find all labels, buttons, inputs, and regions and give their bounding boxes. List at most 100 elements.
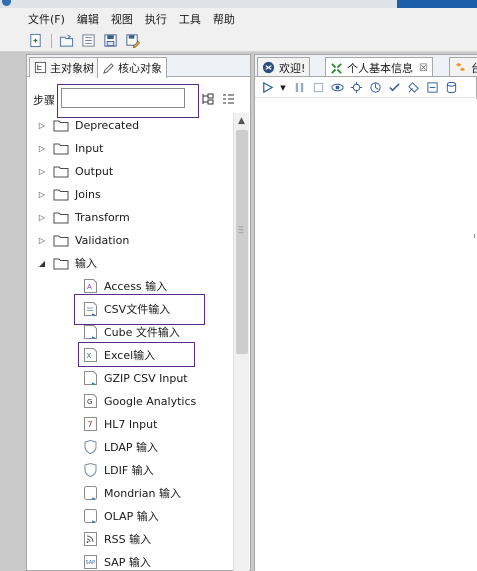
- verify-icon[interactable]: [387, 81, 401, 95]
- stop-icon[interactable]: [311, 81, 325, 95]
- menu-help[interactable]: 帮助: [213, 11, 235, 27]
- canvas-toolbar: ▼: [255, 78, 477, 98]
- titlebar-accent: [397, 0, 477, 8]
- tab-job[interactable]: 台: [449, 57, 477, 76]
- tab-transformation-label: 个人基本信息: [347, 62, 413, 75]
- collapsed-arrow-icon[interactable]: ▷: [37, 144, 47, 153]
- explore-icon[interactable]: [80, 33, 96, 49]
- tree-label: Validation: [75, 233, 130, 247]
- tree-folder-transform[interactable]: ▷ Transform: [37, 206, 130, 228]
- sql-icon[interactable]: [425, 81, 439, 95]
- folder-icon: [53, 211, 69, 224]
- tree-step-csv-input[interactable]: CSV文件输入: [83, 298, 170, 320]
- tree-folder-joins[interactable]: ▷ Joins: [37, 183, 101, 205]
- tab-core-objects-label: 核心对象: [118, 62, 162, 75]
- step-search-input[interactable]: [61, 88, 185, 108]
- tab-core-objects[interactable]: 核心对象: [97, 57, 167, 78]
- pencil-icon: [103, 62, 114, 74]
- tree-step-ldap-input[interactable]: LDAP 输入: [83, 436, 158, 458]
- tree-step-sap-input[interactable]: SAP SAP 输入: [83, 551, 151, 571]
- save-icon[interactable]: [102, 33, 118, 49]
- menu-file[interactable]: 文件(F): [28, 11, 65, 27]
- tree-label: RSS 输入: [104, 533, 152, 546]
- collapsed-arrow-icon[interactable]: ▷: [37, 213, 47, 222]
- tree-step-mondrian-input[interactable]: Mondrian 输入: [83, 482, 181, 504]
- collapsed-arrow-icon[interactable]: ▷: [37, 167, 47, 176]
- tree-step-access-input[interactable]: A Access 输入: [83, 275, 167, 297]
- tree-folder-deprecated[interactable]: ▷ Deprecated: [37, 114, 139, 136]
- explore-db-icon[interactable]: [444, 81, 458, 95]
- new-icon[interactable]: [27, 33, 43, 49]
- expanded-arrow-icon[interactable]: ◢: [37, 259, 47, 268]
- transformation-canvas[interactable]: [255, 99, 477, 571]
- tree-scrollbar[interactable]: ▲ ‒ ‒ ‒: [233, 113, 249, 571]
- tab-main-tree-label: 主对象树: [50, 61, 94, 75]
- google-analytics-icon: G: [83, 393, 98, 409]
- pause-icon[interactable]: [292, 81, 306, 95]
- svg-text:A: A: [87, 283, 92, 291]
- tree-step-ldif-input[interactable]: LDIF 输入: [83, 459, 154, 481]
- scroll-grip-icon: ‒ ‒ ‒: [238, 222, 244, 238]
- menu-run[interactable]: 执行: [145, 11, 167, 27]
- folder-icon: [53, 165, 69, 178]
- tree-step-cube-input[interactable]: Cube 文件输入: [83, 321, 180, 343]
- tree-folder-output[interactable]: ▷ Output: [37, 160, 113, 182]
- folder-icon: [53, 234, 69, 247]
- editor-tab-strip: 欢迎! 个人基本信息 ☒ 台: [255, 55, 477, 77]
- tab-job-label: 台: [471, 60, 477, 76]
- debug-icon[interactable]: [349, 81, 363, 95]
- svg-text:SAP: SAP: [86, 560, 96, 566]
- app-logo-icon: [2, 0, 11, 6]
- tree-label: Cube 文件输入: [104, 326, 180, 339]
- collapsed-arrow-icon[interactable]: ▷: [37, 121, 47, 130]
- access-icon: A: [83, 278, 98, 294]
- run-options-icon[interactable]: ▼: [279, 81, 287, 95]
- collapse-all-icon[interactable]: [221, 92, 235, 106]
- tree-step-hl7-input[interactable]: 7 HL7 Input: [83, 413, 157, 435]
- impact-icon[interactable]: [406, 81, 420, 95]
- folder-icon: [53, 119, 69, 132]
- steps-tree: ▷ Deprecated ▷ Input ▷ Output ▷ Joins ▷ …: [27, 114, 232, 571]
- main-toolbar: [0, 30, 477, 52]
- folder-icon: [53, 257, 69, 270]
- tree-label: GZIP CSV Input: [104, 371, 188, 385]
- replay-icon[interactable]: [368, 81, 382, 95]
- preview-icon[interactable]: [330, 81, 344, 95]
- sap-icon: SAP: [83, 554, 98, 570]
- collapsed-arrow-icon[interactable]: ▷: [37, 236, 47, 245]
- tree-folder-input-cn[interactable]: ◢ 输入: [37, 252, 97, 274]
- mondrian-icon: [83, 485, 98, 501]
- menu-tools[interactable]: 工具: [179, 11, 201, 27]
- editor-panel: 欢迎! 个人基本信息 ☒ 台 ▼: [254, 54, 477, 571]
- tab-welcome-label: 欢迎!: [279, 61, 306, 75]
- menu-edit[interactable]: 编辑: [77, 11, 99, 27]
- tree-label: Input: [75, 141, 104, 155]
- open-icon[interactable]: [58, 33, 74, 49]
- tree-step-rss-input[interactable]: RSS 输入: [83, 528, 151, 550]
- menu-view[interactable]: 视图: [111, 11, 133, 27]
- menubar: 文件(F) 编辑 视图 执行 工具 帮助: [0, 8, 477, 30]
- tree-folder-input[interactable]: ▷ Input: [37, 137, 104, 159]
- collapsed-arrow-icon[interactable]: ▷: [37, 190, 47, 199]
- close-tab-icon[interactable]: ☒: [419, 63, 428, 74]
- canvas-edge-mark: [474, 234, 475, 238]
- tree-label: Output: [75, 164, 114, 178]
- tree-step-excel-input[interactable]: X Excel输入: [83, 344, 155, 366]
- folder-icon: [53, 188, 69, 201]
- tree-folder-validation[interactable]: ▷ Validation: [37, 229, 129, 251]
- expand-all-icon[interactable]: [201, 92, 215, 106]
- tree-label: Mondrian 输入: [104, 487, 181, 500]
- run-icon[interactable]: [260, 81, 274, 95]
- tab-transformation[interactable]: 个人基本信息 ☒: [325, 57, 433, 76]
- tree-step-google-analytics[interactable]: G Google Analytics: [83, 390, 196, 412]
- tree-step-olap-input[interactable]: OLAP 输入: [83, 505, 159, 527]
- tree-step-gzip-csv-input[interactable]: GZIP CSV Input: [83, 367, 188, 389]
- tab-welcome[interactable]: 欢迎!: [257, 57, 311, 76]
- csv-icon: [83, 301, 98, 317]
- tab-main-tree[interactable]: 主对象树: [29, 57, 99, 77]
- tree-label: Google Analytics: [104, 394, 197, 408]
- steps-label: 步骤: [33, 94, 55, 107]
- save-as-icon[interactable]: [124, 33, 140, 49]
- scroll-up-icon[interactable]: ▲: [234, 113, 249, 128]
- scroll-thumb[interactable]: ‒ ‒ ‒: [236, 130, 248, 354]
